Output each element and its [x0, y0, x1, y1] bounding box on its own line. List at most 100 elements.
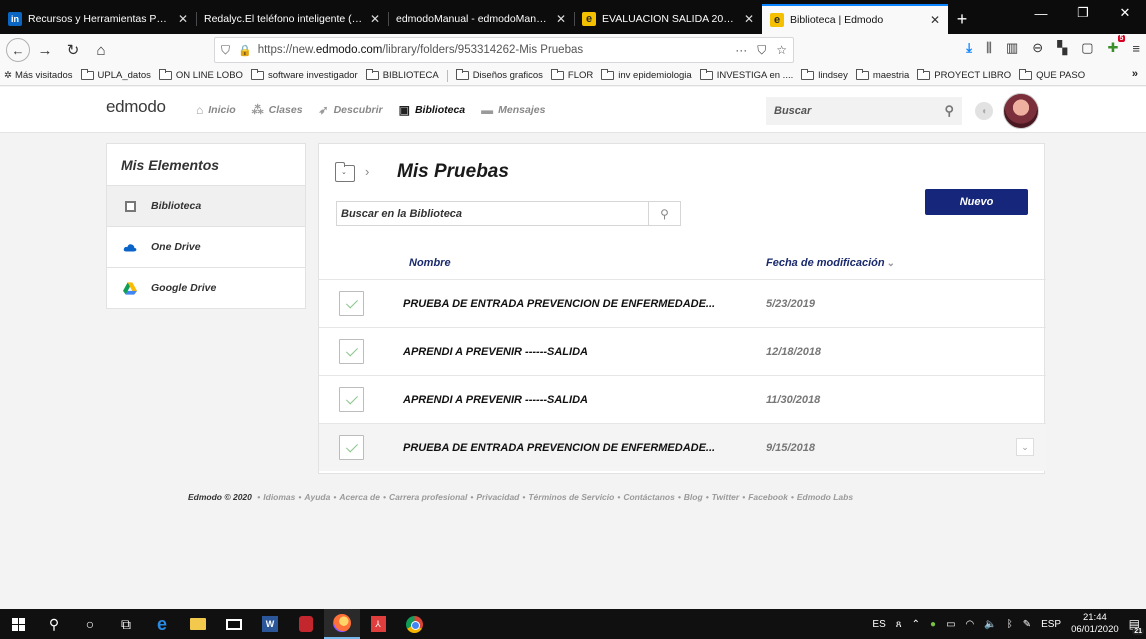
bluetooth-icon[interactable]: ᛒ	[1007, 619, 1013, 630]
search-icon[interactable]: ⚲	[648, 202, 680, 225]
edmodo-search[interactable]: Buscar ⚲	[766, 97, 962, 125]
clock[interactable]: 21:44 06/01/2020	[1071, 612, 1119, 636]
footer-link[interactable]: Idiomas	[263, 492, 295, 502]
new-button[interactable]: Nuevo	[925, 189, 1028, 215]
mail-icon[interactable]	[216, 609, 252, 639]
footer-link[interactable]: Acerca de	[339, 492, 380, 502]
footer-link[interactable]: Edmodo Labs	[797, 492, 853, 502]
bookmark-folder[interactable]: maestria	[855, 69, 909, 81]
footer-link[interactable]: Carrera profesional	[389, 492, 467, 502]
footer-link[interactable]: Términos de Servicio	[528, 492, 614, 502]
nav-biblioteca[interactable]: ▣ Biblioteca	[399, 103, 466, 117]
lock-icon[interactable]: 🔒	[238, 44, 252, 57]
pocket-icon[interactable]: ⛉	[757, 43, 766, 58]
close-icon[interactable]: ✕	[178, 12, 188, 26]
pen-icon[interactable]: ✎	[1023, 619, 1031, 630]
nav-descubrir[interactable]: ➶ Descubrir	[319, 103, 383, 117]
browser-tab[interactable]: in Recursos y Herramientas Pedag ✕	[0, 4, 196, 34]
nav-inicio[interactable]: ⌂ Inicio	[196, 103, 236, 117]
cortana-icon[interactable]: ○	[72, 609, 108, 639]
chrome-icon[interactable]	[396, 609, 432, 639]
quiz-name[interactable]: APRENDI A PREVENIR ------SALIDA	[403, 346, 588, 358]
browser-tab[interactable]: e Biblioteca | Edmodo ✕	[762, 4, 948, 34]
notification-center-icon[interactable]: ▤ 21	[1129, 617, 1144, 635]
page-actions-icon[interactable]: ···	[735, 43, 747, 58]
volume-icon[interactable]: 🔈	[984, 619, 996, 630]
close-icon[interactable]: ✕	[744, 12, 754, 26]
footer-link[interactable]: Privacidad	[476, 492, 519, 502]
bookmark-folder[interactable]: FLOR	[550, 69, 593, 81]
user-avatar[interactable]	[1003, 93, 1039, 129]
windows-start-icon[interactable]	[0, 609, 36, 639]
tray-app-icon[interactable]: ●	[930, 619, 936, 630]
shield-icon[interactable]: ⛉	[221, 43, 230, 58]
quiz-name[interactable]: APRENDI A PREVENIR ------SALIDA	[403, 394, 588, 406]
minimize-icon[interactable]: —	[1020, 0, 1062, 26]
library-search-input[interactable]	[341, 207, 648, 220]
folder-dropdown-icon[interactable]: ⌄	[335, 162, 355, 182]
browser-tab[interactable]: edmodoManual - edmodoManual_ ✕	[388, 4, 574, 34]
nav-clases[interactable]: ⁂ Clases	[252, 103, 303, 117]
bookmark-folder[interactable]: software investigador	[250, 69, 358, 81]
account-icon[interactable]: ⊖	[1032, 40, 1043, 56]
close-icon[interactable]: ✕	[930, 13, 940, 27]
task-view-icon[interactable]: ⧉	[108, 609, 144, 639]
browser-tab[interactable]: e EVALUACION SALIDA 2015 - CA ✕	[574, 4, 762, 34]
footer-link[interactable]: Facebook	[748, 492, 788, 502]
bookmark-folder[interactable]: INVESTIGA en ....	[699, 69, 793, 81]
quiz-row[interactable]: PRUEBA DE ENTRADA PREVENCION DE ENFERMED…	[319, 279, 1046, 327]
footer-link[interactable]: Ayuda	[304, 492, 330, 502]
bookmark-folder[interactable]: ON LINE LOBO	[158, 69, 243, 81]
nav-mensajes[interactable]: ▬ Mensajes	[481, 103, 545, 117]
quiz-name[interactable]: PRUEBA DE ENTRADA PREVENCION DE ENFERMED…	[403, 442, 715, 454]
bookmark-folder[interactable]: lindsey	[801, 69, 848, 81]
search-icon[interactable]: ⚲	[944, 103, 954, 119]
quiz-name[interactable]: PRUEBA DE ENTRADA PREVENCION DE ENFERMED…	[403, 298, 715, 310]
people-icon[interactable]: ጸ	[896, 619, 902, 630]
edmodo-logo[interactable]: edmodo	[106, 97, 166, 117]
forward-arrow-icon[interactable]: →	[32, 37, 58, 63]
app-red-icon[interactable]	[288, 609, 324, 639]
battery-icon[interactable]: ▭	[946, 619, 955, 630]
close-window-icon[interactable]: ✕	[1104, 0, 1146, 26]
chevron-up-icon[interactable]: ⌃	[912, 619, 920, 630]
quiz-row[interactable]: PRUEBA DE ENTRADA PREVENCION DE ENFERMED…	[319, 423, 1046, 471]
close-icon[interactable]: ✕	[370, 12, 380, 26]
extension-icon[interactable]: ✚ 5	[1108, 35, 1126, 56]
sidebar-item-google-drive[interactable]: Google Drive	[107, 267, 305, 308]
row-options-icon[interactable]: ⌄	[1016, 438, 1034, 456]
sidebar-item-onedrive[interactable]: One Drive	[107, 226, 305, 267]
wifi-icon[interactable]: ◠	[966, 619, 975, 630]
edge-icon[interactable]: e	[144, 609, 180, 639]
translate-icon[interactable]: ▚	[1057, 40, 1067, 56]
firefox-icon[interactable]	[324, 609, 360, 639]
input-language[interactable]: ES	[872, 619, 885, 630]
acrobat-icon[interactable]: ⅄	[360, 609, 396, 639]
footer-link[interactable]: Contáctanos	[623, 492, 674, 502]
quiz-row[interactable]: APRENDI A PREVENIR ------SALIDA 12/18/201…	[319, 327, 1046, 375]
search-icon[interactable]: ⚲	[36, 609, 72, 639]
keyboard-layout[interactable]: ESP	[1041, 619, 1061, 630]
close-icon[interactable]: ✕	[556, 12, 566, 26]
column-header-name[interactable]: Nombre	[409, 257, 451, 269]
quiz-row[interactable]: APRENDI A PREVENIR ------SALIDA 11/30/201…	[319, 375, 1046, 423]
reader-icon[interactable]: ▢	[1081, 40, 1093, 56]
new-tab-icon[interactable]: +	[948, 4, 976, 34]
bookmark-folder[interactable]: BIBLIOTECA	[365, 69, 439, 81]
url-bar[interactable]: ⛉ 🔒 https://new. edmodo.com/library/folde…	[214, 37, 794, 63]
library-icon[interactable]: ⫼	[986, 40, 992, 56]
bookmark-folder[interactable]: Diseños graficos	[455, 69, 543, 81]
footer-link[interactable]: Blog	[684, 492, 703, 502]
sidebar-item-biblioteca[interactable]: Biblioteca	[107, 185, 305, 226]
bookmark-most-visited[interactable]: ✲ Más visitados	[4, 70, 73, 81]
reload-icon[interactable]: ↻	[60, 37, 86, 63]
menu-icon[interactable]: ≡	[1132, 41, 1140, 56]
bookmark-folder[interactable]: inv epidemiologia	[601, 69, 692, 81]
download-icon[interactable]: ⤓	[966, 40, 972, 56]
bookmarks-overflow-icon[interactable]: »	[1132, 68, 1138, 80]
bookmark-folder[interactable]: QUE PASO	[1019, 69, 1085, 81]
browser-tab[interactable]: Redalyc.El teléfono inteligente (sma ✕	[196, 4, 388, 34]
word-icon[interactable]: W	[252, 609, 288, 639]
bookmark-star-icon[interactable]: ☆	[776, 43, 787, 58]
file-explorer-icon[interactable]	[180, 609, 216, 639]
